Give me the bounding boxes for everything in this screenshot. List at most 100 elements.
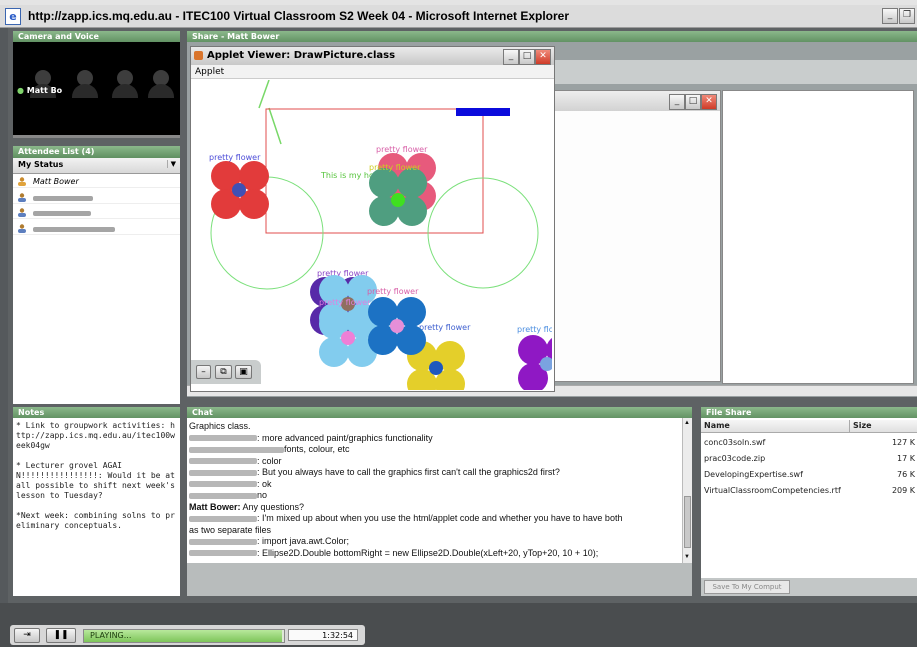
chat-input-area[interactable] (187, 563, 692, 596)
zoom-out-button[interactable]: – (196, 365, 211, 379)
pause-button[interactable]: ❚❚ (46, 628, 76, 643)
fit-screen-button[interactable]: ⧉ (215, 365, 232, 379)
file-row[interactable]: conc03soln.swf 127 K (701, 437, 917, 451)
redacted-sender (189, 492, 257, 499)
chat-text: : But you always have to call the graphi… (257, 467, 560, 477)
redacted-name (33, 211, 91, 216)
participant-silhouette-icon (112, 84, 138, 98)
chat-text: fonts, colour, etc (284, 444, 350, 454)
java-icon (194, 51, 203, 60)
chevron-down-icon[interactable]: ▼ (166, 160, 176, 168)
chat-scrollbar[interactable]: ▲ ▼ (682, 418, 692, 563)
chat-log: Graphics class.: more advanced paint/gra… (187, 418, 692, 563)
flower-label: pretty flower (319, 298, 371, 307)
applet-title-bar[interactable]: Applet Viewer: DrawPicture.class (191, 47, 554, 65)
chat-text: : import java.awt.Color; (257, 536, 350, 546)
my-status-dropdown[interactable]: My Status ▼ (13, 158, 180, 174)
maximize-button[interactable]: □ (685, 94, 701, 110)
presenter-icon (18, 177, 26, 186)
chat-message: as two separate files (187, 525, 692, 537)
chat-message: : Ellipse2D.Double bottomRight = new Ell… (187, 548, 692, 560)
playback-controls: ⇥ ❚❚ PLAYING... 1:32:54 (10, 625, 365, 645)
participant-silhouette-icon (72, 84, 98, 98)
participant-silhouette-icon (148, 84, 174, 98)
chat-message: : import java.awt.Color; (187, 536, 692, 548)
chat-text: : I'm mixed up about when you use the ht… (257, 513, 623, 523)
file-name: conc03soln.swf (704, 438, 766, 447)
column-size-header[interactable]: Size (853, 421, 872, 430)
scroll-down-icon[interactable]: ▼ (684, 554, 691, 561)
full-screen-button[interactable]: ▣ (235, 365, 252, 379)
chat-text: : color (257, 455, 282, 466)
chat-message: : But you always have to call the graphi… (187, 467, 692, 479)
playback-status: PLAYING... (90, 631, 132, 640)
camera-label: Matt Bo (26, 86, 63, 95)
chat-text: as two separate files (189, 524, 272, 535)
flower-label: pretty flower (376, 145, 428, 154)
applet-menu[interactable]: Applet (191, 65, 554, 79)
file-name: DevelopingExpertise.swf (704, 470, 803, 479)
file-row[interactable]: DevelopingExpertise.swf 76 K (701, 469, 917, 483)
file-row[interactable]: VirtualClassroomCompetencies.rtf 209 K (701, 485, 917, 499)
minimize-button[interactable]: _ (882, 8, 898, 24)
applet-viewer-window: Applet Viewer: DrawPicture.class _ □ ✕ A… (190, 46, 555, 392)
attendee-row[interactable] (13, 192, 180, 204)
chat-text: : Ellipse2D.Double bottomRight = new Ell… (257, 547, 599, 558)
mic-icon: ● (17, 86, 24, 95)
file-size: 76 K (897, 470, 915, 479)
redacted-name (33, 227, 115, 232)
close-button[interactable]: ✕ (535, 49, 551, 65)
attendee-row[interactable] (13, 223, 180, 235)
browser-title-bar: e http://zapp.ics.mq.edu.au - ITEC100 Vi… (0, 5, 917, 28)
playback-time: 1:32:54 (288, 629, 358, 641)
file-size: 127 K (891, 438, 915, 447)
flower: pretty flower (517, 325, 552, 390)
redacted-sender (189, 446, 284, 453)
close-button[interactable]: ✕ (701, 94, 717, 110)
applet-title: Applet Viewer: DrawPicture.class (207, 50, 396, 61)
chat-message: : more advanced paint/graphics functiona… (187, 433, 692, 445)
chat-scroll-thumb[interactable] (684, 496, 691, 548)
flower-label: pretty flower (367, 287, 419, 296)
redacted-sender (189, 469, 257, 476)
exit-playback-button[interactable]: ⇥ (14, 628, 40, 643)
chat-message: : I'm mixed up about when you use the ht… (187, 513, 692, 525)
ie-logo-icon: e (5, 8, 21, 25)
background-window-left: _ □ ✕ (553, 90, 721, 382)
applet-toolbar: – ⧉ ▣ (191, 360, 261, 384)
camera-panel: ● Matt Bo (13, 42, 180, 135)
file-size: 17 K (897, 454, 915, 463)
background-window-bar (553, 60, 917, 84)
attendee-list: My Status ▼ Matt Bower (13, 158, 180, 404)
attendee-row[interactable]: Matt Bower (13, 176, 180, 188)
attendee-row[interactable] (13, 207, 180, 219)
flower-label: pretty flower (517, 325, 552, 334)
background-window-right (722, 90, 914, 384)
chat-text: Any questions? (240, 501, 305, 512)
minimize-button[interactable]: _ (669, 94, 685, 110)
chat-message: : ok (187, 479, 692, 491)
fileshare-header-row: Name Size (701, 420, 917, 433)
redacted-sender (189, 550, 257, 557)
redacted-sender (189, 458, 257, 465)
chat-message: Graphics class. (187, 421, 692, 433)
camera-panel-footer (13, 135, 180, 138)
save-to-computer-button[interactable]: Save To My Comput (704, 580, 790, 594)
file-row[interactable]: prac03code.zip 17 K (701, 453, 917, 467)
column-name-header[interactable]: Name (704, 421, 730, 430)
attendee-name: Matt Bower (33, 177, 79, 186)
house-caption: This is my ho (320, 171, 374, 180)
file-size: 209 K (891, 486, 915, 495)
redacted-name (33, 196, 93, 201)
redacted-sender (189, 435, 257, 442)
maximize-button[interactable]: □ (519, 49, 535, 65)
scroll-up-icon[interactable]: ▲ (684, 420, 691, 427)
minimize-button[interactable]: _ (503, 49, 519, 65)
playback-progress-bar[interactable]: PLAYING... (83, 629, 285, 643)
chat-message: no (187, 490, 692, 502)
restore-button[interactable]: ❐ (899, 8, 915, 24)
file-name: prac03code.zip (704, 454, 766, 463)
flower-label: pretty flower (209, 153, 261, 162)
flower: pretty flower (209, 153, 269, 219)
participant-icon (18, 224, 26, 233)
